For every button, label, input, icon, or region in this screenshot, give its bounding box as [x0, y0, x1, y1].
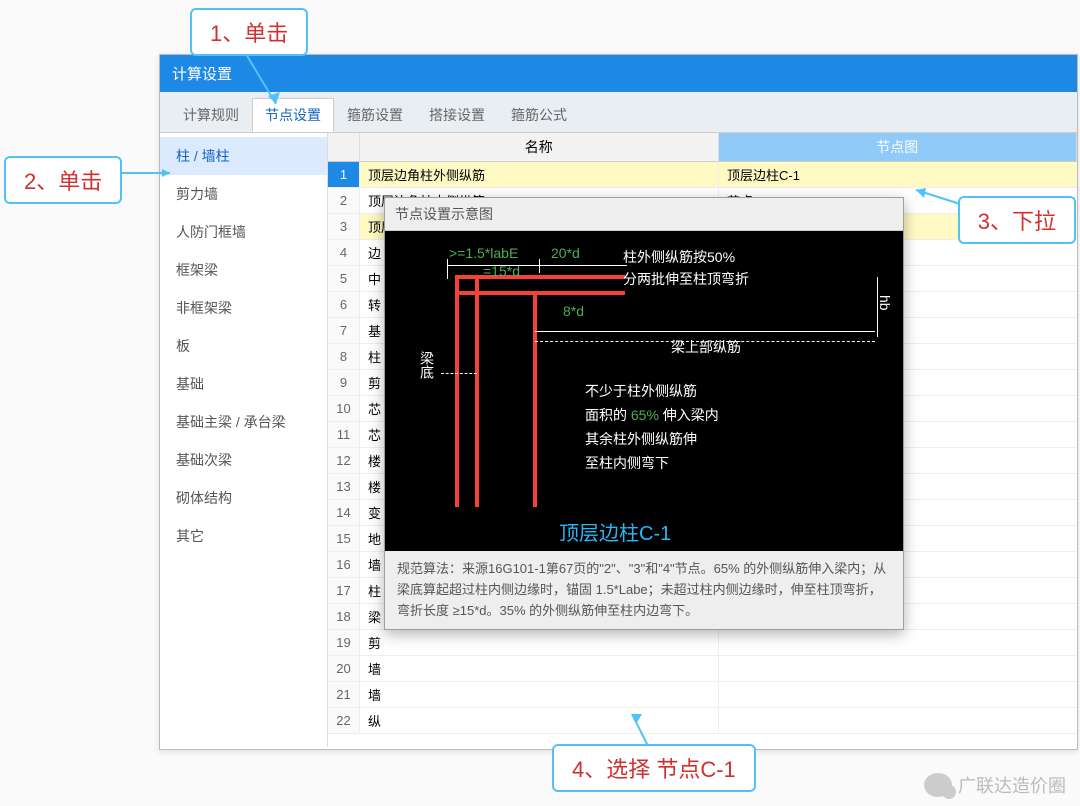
row-name: 墙: [360, 682, 719, 707]
sidebar-item-masonry[interactable]: 砌体结构: [160, 479, 327, 517]
sidebar-item-secondary-beam[interactable]: 基础次梁: [160, 441, 327, 479]
row-number: 9: [328, 370, 360, 395]
row-number: 4: [328, 240, 360, 265]
tab-stirrup-formula[interactable]: 箍筋公式: [498, 98, 580, 132]
row-number: 10: [328, 396, 360, 421]
note-p2: 面积的 65% 伸入梁内: [585, 405, 719, 425]
table-row[interactable]: 19剪: [328, 630, 1077, 656]
row-number: 3: [328, 214, 360, 239]
note-beam-top: 梁上部纵筋: [671, 337, 741, 357]
note-p3: 其余柱外侧纵筋伸: [585, 429, 697, 449]
row-number: 7: [328, 318, 360, 343]
callout-step-1: 1、单击: [190, 8, 308, 56]
dim-labE: >=1.5*labE: [449, 245, 518, 261]
sidebar-item-other[interactable]: 其它: [160, 517, 327, 555]
row-number: 19: [328, 630, 360, 655]
table-row[interactable]: 20墙: [328, 656, 1077, 682]
sidebar-item-framebeam[interactable]: 框架梁: [160, 251, 327, 289]
sidebar-item-column[interactable]: 柱 / 墙柱: [160, 137, 327, 175]
sidebar-item-foundation[interactable]: 基础: [160, 365, 327, 403]
row-value[interactable]: 顶层边柱C-1: [719, 162, 1077, 187]
row-value[interactable]: [719, 656, 1077, 681]
tab-node-settings[interactable]: 节点设置: [252, 98, 334, 132]
col-header-diagram[interactable]: 节点图: [719, 133, 1078, 161]
row-value[interactable]: [719, 630, 1077, 655]
row-number: 12: [328, 448, 360, 473]
tab-calc-rules[interactable]: 计算规则: [170, 98, 252, 132]
row-number: 17: [328, 578, 360, 603]
note-top-2: 分两批伸至柱顶弯折: [623, 269, 749, 289]
col-header-name: 名称: [360, 133, 719, 161]
diagram-caption: 顶层边柱C-1: [559, 517, 671, 546]
row-value[interactable]: [719, 682, 1077, 707]
row-name: 剪: [360, 630, 719, 655]
dim-8d: 8*d: [563, 303, 584, 319]
watermark: 广联达造价圈: [924, 772, 1066, 798]
note-p1: 不少于柱外侧纵筋: [585, 381, 697, 401]
grid-header: 名称 节点图: [328, 133, 1077, 162]
row-value[interactable]: [719, 708, 1077, 733]
diagram-canvas: >=1.5*labE 20*d =15*d 8*d 柱外侧纵筋按50% 分两批伸…: [385, 231, 903, 551]
row-number: 5: [328, 266, 360, 291]
calc-settings-window: 计算设置 计算规则 节点设置 箍筋设置 搭接设置 箍筋公式 柱 / 墙柱 剪力墙…: [159, 54, 1078, 750]
row-number: 1: [328, 162, 360, 187]
row-number: 6: [328, 292, 360, 317]
window-title: 计算设置: [160, 55, 1077, 92]
row-name: 顶层边角柱外侧纵筋: [360, 162, 719, 187]
table-row[interactable]: 21墙: [328, 682, 1077, 708]
table-row[interactable]: 22纵: [328, 708, 1077, 734]
row-number: 11: [328, 422, 360, 447]
callout-step-2: 2、单击: [4, 156, 122, 204]
category-sidebar: 柱 / 墙柱 剪力墙 人防门框墙 框架梁 非框架梁 板 基础 基础主梁 / 承台…: [160, 133, 328, 747]
dim-15d: =15*d: [483, 263, 520, 279]
dim-20d: 20*d: [551, 245, 580, 261]
row-number: 20: [328, 656, 360, 681]
row-name: 纵: [360, 708, 719, 733]
popup-footer-note: 规范算法：来源16G101-1第67页的"2"、"3"和"4"节点。65% 的外…: [385, 551, 903, 629]
row-number: 15: [328, 526, 360, 551]
sidebar-item-foundation-beam[interactable]: 基础主梁 / 承台梁: [160, 403, 327, 441]
callout-step-3: 3、下拉: [958, 196, 1076, 244]
tab-stirrup-settings[interactable]: 箍筋设置: [334, 98, 416, 132]
tab-lap-settings[interactable]: 搭接设置: [416, 98, 498, 132]
table-row[interactable]: 1顶层边角柱外侧纵筋顶层边柱C-1: [328, 162, 1077, 188]
row-number: 13: [328, 474, 360, 499]
sidebar-item-doorframe[interactable]: 人防门框墙: [160, 213, 327, 251]
row-number: 22: [328, 708, 360, 733]
popup-title: 节点设置示意图: [385, 198, 903, 231]
row-number: 2: [328, 188, 360, 213]
sidebar-item-nonframebeam[interactable]: 非框架梁: [160, 289, 327, 327]
note-p4: 至柱内侧弯下: [585, 453, 669, 473]
sidebar-item-slab[interactable]: 板: [160, 327, 327, 365]
sidebar-item-shearwall[interactable]: 剪力墙: [160, 175, 327, 213]
tab-strip: 计算规则 节点设置 箍筋设置 搭接设置 箍筋公式: [160, 92, 1077, 133]
row-number: 21: [328, 682, 360, 707]
row-number: 16: [328, 552, 360, 577]
row-number: 18: [328, 604, 360, 629]
row-number: 14: [328, 500, 360, 525]
row-number: 8: [328, 344, 360, 369]
label-beam-bottom: 梁底: [417, 351, 437, 379]
node-diagram-popup: 节点设置示意图 >=1.5*l: [384, 197, 904, 630]
wechat-icon: [924, 773, 952, 797]
note-top-1: 柱外侧纵筋按50%: [623, 247, 735, 267]
callout-step-4: 4、选择 节点C-1: [552, 744, 756, 792]
dim-hb: hb: [877, 295, 893, 311]
row-name: 墙: [360, 656, 719, 681]
